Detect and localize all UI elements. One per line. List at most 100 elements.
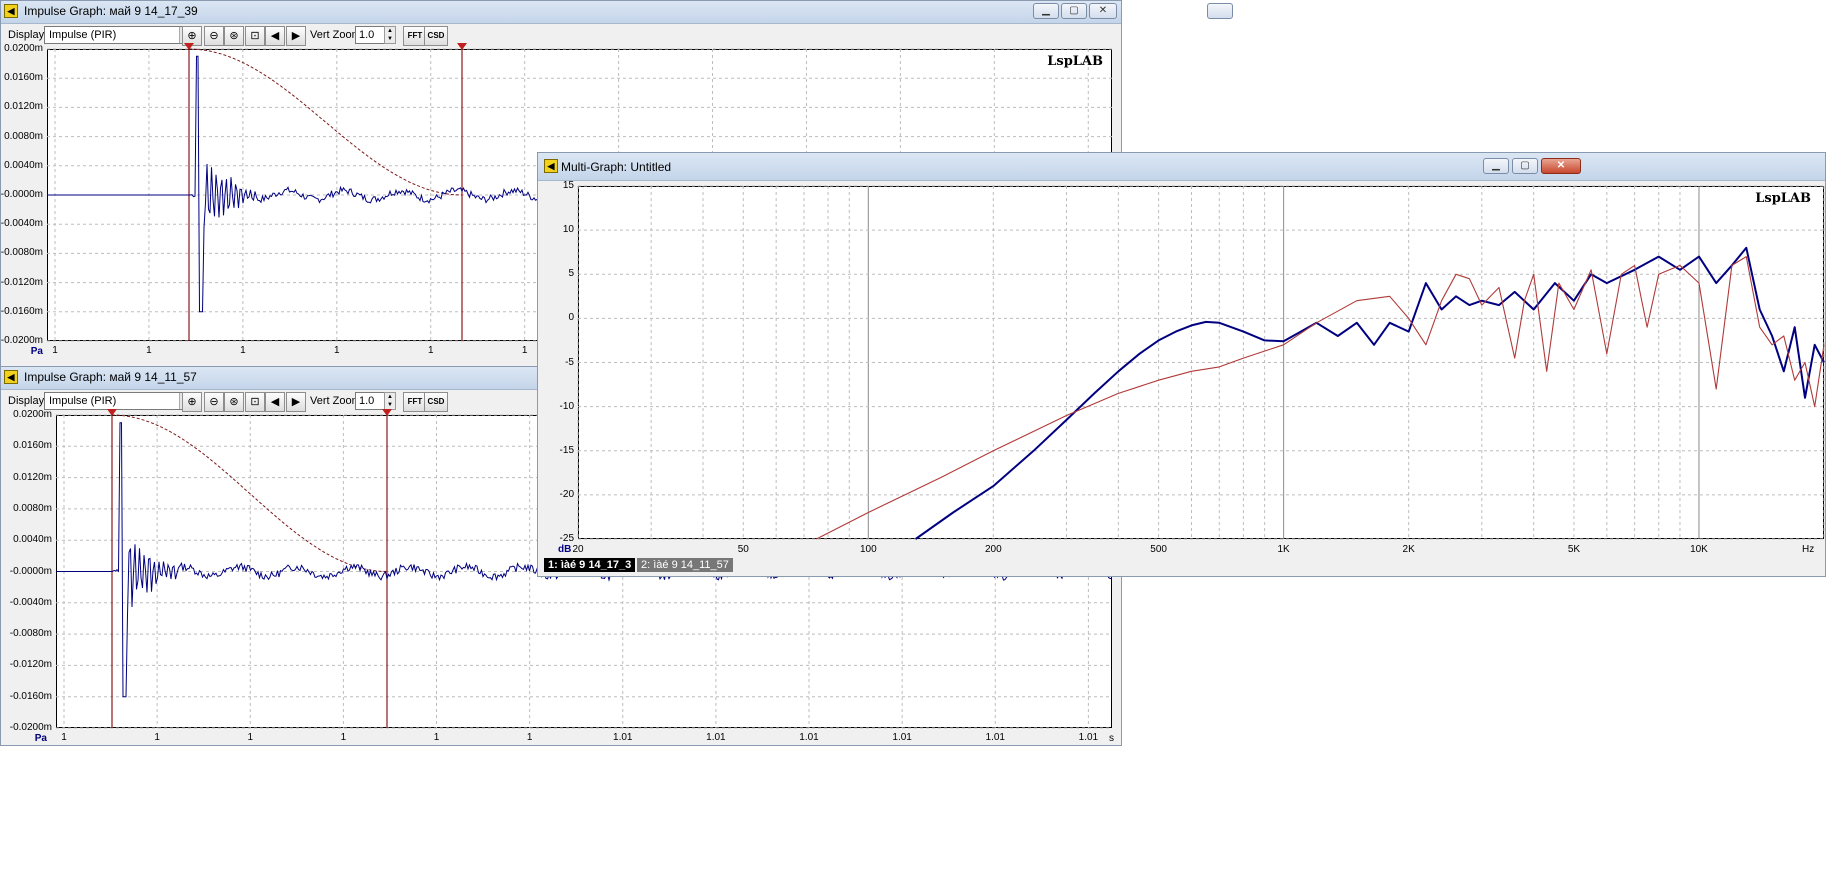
y-tick-label: 0.0040m	[4, 159, 43, 171]
multi-graph-title: Multi-Graph: Untitled	[561, 160, 672, 174]
y-tick-label: 0.0200m	[13, 409, 52, 420]
y-tick-label: -0.0040m	[0, 218, 43, 230]
y-tick-label: -0.0120m	[0, 276, 43, 288]
brand-logo: LspLAB	[1755, 191, 1811, 206]
y-tick-label: 0	[568, 312, 574, 324]
zoom-out-icon[interactable]: ⊖	[204, 26, 224, 46]
x-tick-label: 200	[984, 544, 1002, 555]
vert-zoom-input[interactable]: 1.0	[355, 26, 387, 44]
arrow-right-icon[interactable]: ▶	[286, 392, 306, 412]
zoom-in-icon[interactable]: ⊕	[182, 392, 202, 412]
arrow-left-icon[interactable]: ◀	[265, 26, 285, 46]
x-tick-label: 1	[526, 732, 533, 743]
minimize-button[interactable]	[1207, 3, 1233, 19]
minimize-button[interactable]: ▁	[1033, 3, 1059, 19]
y-tick-label: -0.0080m	[0, 247, 43, 259]
window-curve	[111, 414, 388, 572]
close-button[interactable]: ✕	[1089, 3, 1117, 19]
display-select-value: Impulse (PIR)	[49, 395, 117, 407]
x-tick-label: 1	[154, 732, 160, 743]
close-button[interactable]: ✕	[1541, 158, 1581, 174]
vert-zoom-spinner[interactable]: ▲ ▼	[384, 26, 396, 44]
x-tick-label: 1	[427, 345, 434, 356]
minimize-button[interactable]: ▁	[1483, 158, 1509, 174]
zoom-plus-icon[interactable]: ⊛	[224, 392, 244, 412]
vert-zoom-input[interactable]: 1.0	[355, 392, 387, 410]
zoom-fit-icon[interactable]: ⊡	[245, 392, 265, 412]
y-tick-label: -0.0000m	[0, 189, 43, 200]
vert-zoom-label: Vert Zoom	[310, 29, 361, 41]
y-tick-label: -5	[565, 356, 574, 368]
x-tick-label: 1K	[1277, 544, 1290, 555]
x-tick-label: 1.01	[799, 732, 819, 743]
y-tick-label: -25	[559, 533, 574, 544]
multi-graph-window[interactable]: ◀ Multi-Graph: Untitled ▁ ▢ ✕ 15 10 5 0 -5 -1…	[537, 152, 1826, 577]
x-tick-label: 1.01	[706, 732, 726, 743]
y-tick-label: -0.0200m	[9, 722, 52, 733]
x-tick-label: 50	[737, 544, 749, 555]
x-tick-label: 1	[334, 345, 340, 356]
y-tick-label: 5	[568, 268, 574, 280]
x-tick-label: 1	[61, 732, 67, 743]
x-tick-label: 1.01	[892, 732, 912, 743]
speaker-icon: ◀	[544, 159, 558, 173]
y-tick-label: -0.0160m	[0, 305, 43, 317]
y-tick-label: -0.0000m	[9, 565, 52, 577]
y-tick-label: -0.0080m	[9, 628, 52, 640]
maximize-button[interactable]: ▢	[1512, 158, 1538, 174]
series-line-2	[816, 256, 1825, 540]
y-tick-label: 0.0080m	[13, 502, 52, 514]
impulse-1-titlebar[interactable]: ◀ Impulse Graph: май 9 14_17_39 ▁ ▢ ✕	[1, 1, 1121, 24]
y-unit-label: Pa	[30, 346, 43, 357]
x-unit-label: s	[1109, 733, 1114, 744]
csd-button[interactable]: CSD	[424, 392, 448, 412]
y-tick-label: -0.0160m	[9, 690, 52, 702]
zoom-fit-icon[interactable]: ⊡	[245, 26, 265, 46]
legend-item-2[interactable]: 2: ìàé 9 14_11_57	[637, 558, 733, 572]
y-tick-label: -0.0040m	[9, 596, 52, 608]
brand-logo: LspLAB	[1047, 54, 1103, 69]
y-tick-label: 15	[562, 180, 574, 191]
arrow-left-icon[interactable]: ◀	[265, 392, 285, 412]
impulse-1-toolbar: Display Impulse (PIR) ▼ ⊕ ⊖ ⊛ ⊡ ◀ ▶ Vert…	[1, 24, 1121, 48]
x-tick-label: 1	[521, 345, 528, 356]
multi-graph-titlebar[interactable]: ◀ Multi-Graph: Untitled ▁ ▢ ✕	[538, 153, 1825, 181]
x-tick-label: 1	[247, 732, 254, 743]
speaker-icon: ◀	[4, 4, 18, 18]
zoom-plus-icon[interactable]: ⊛	[224, 26, 244, 46]
y-tick-label: -10	[559, 400, 574, 412]
x-tick-label: 1	[52, 345, 58, 356]
x-tick-label: 500	[1150, 544, 1167, 555]
y-unit-label: Pa	[34, 733, 47, 744]
y-tick-label: 0.0080m	[4, 130, 43, 142]
display-select[interactable]: Impulse (PIR) ▼	[44, 392, 196, 410]
x-tick-label: 20	[572, 544, 584, 555]
series-line-1	[915, 246, 1825, 540]
y-tick-label: 0.0120m	[13, 471, 52, 483]
display-select[interactable]: Impulse (PIR) ▼	[44, 26, 196, 44]
window-curve	[188, 48, 463, 196]
y-tick-label: -0.0200m	[0, 335, 43, 346]
y-tick-label: 0.0040m	[13, 534, 52, 546]
x-tick-label: 1	[240, 345, 246, 356]
arrow-right-icon[interactable]: ▶	[286, 26, 306, 46]
csd-button[interactable]: CSD	[424, 26, 448, 46]
y-tick-label: -0.0120m	[9, 659, 52, 671]
vert-zoom-spinner[interactable]: ▲ ▼	[384, 392, 396, 410]
vert-zoom-label: Vert Zoom	[310, 395, 361, 407]
y-tick-label: 10	[562, 224, 574, 236]
display-label: Display	[8, 29, 45, 41]
y-tick-label: 0.0160m	[13, 440, 52, 452]
x-tick-label: 5K	[1567, 544, 1581, 555]
x-tick-label: 1.01	[985, 732, 1005, 743]
legend-item-1[interactable]: 1: ìàé 9 14_17_3	[544, 558, 636, 572]
impulse-1-title: Impulse Graph: май 9 14_17_39	[24, 4, 198, 18]
x-tick-label: 1.01	[1078, 732, 1099, 743]
zoom-out-icon[interactable]: ⊖	[204, 392, 224, 412]
x-tick-label: 1	[146, 345, 152, 356]
multi-graph-svg	[577, 185, 1825, 540]
y-tick-label: 0.0120m	[4, 101, 43, 113]
maximize-button[interactable]: ▢	[1061, 3, 1087, 19]
y-tick-label: -20	[559, 488, 574, 500]
multi-graph-plot[interactable]: LspLAB	[577, 185, 1825, 540]
